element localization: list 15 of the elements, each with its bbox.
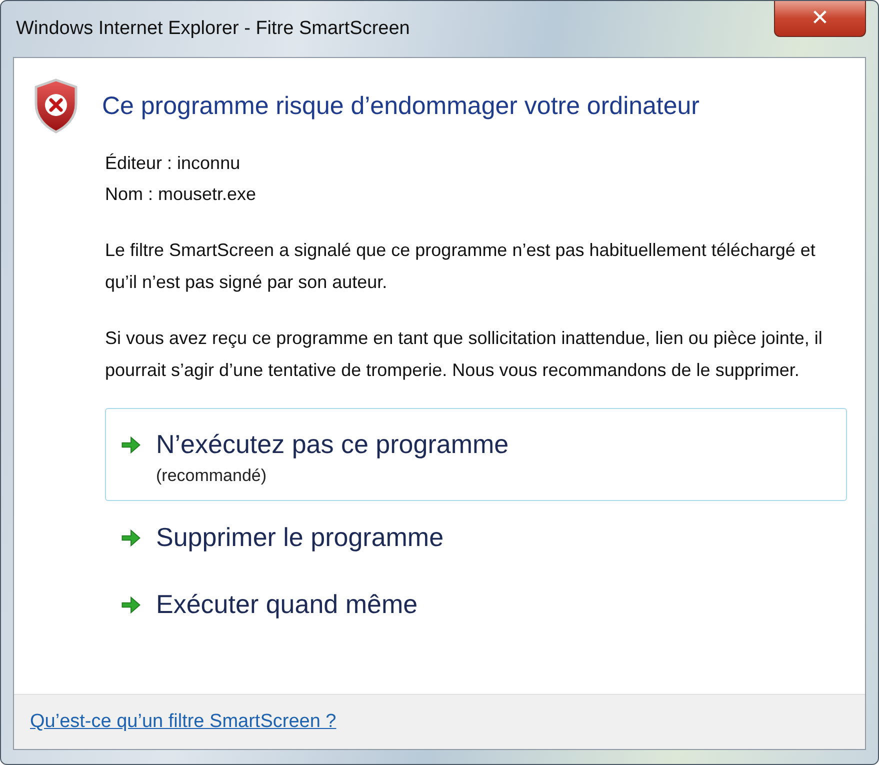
arrow-icon (120, 594, 142, 616)
help-link[interactable]: Qu’est-ce qu’un filtre SmartScreen ? (30, 711, 336, 733)
detail-text: Éditeur : inconnu (105, 152, 242, 175)
warning-heading: Ce programme risque d’endommager votre ordinateur (102, 92, 700, 120)
option-button[interactable]: Supprimer le programme (105, 501, 847, 568)
option-button[interactable]: Exécuter quand même (105, 568, 847, 635)
paragraph-text: Le filtre SmartScreen a signalé que ce programme n’est pas habituellement téléchargé et qu’il n’est pas signé par son auteur. (105, 239, 816, 294)
shield-error-icon (32, 78, 80, 134)
paragraph-text: Si vous avez reçu ce programme en tant que sollicitation inattendue, lien ou pièce jointe, il pourrait s’agir d’une tentative de tromperie. Nous vous recommandons de le supprimer. (105, 327, 824, 382)
arrow-icon (120, 527, 142, 549)
option-button[interactable]: N’exécutez pas ce programme (recommandé) (105, 408, 847, 501)
window-title: Windows Internet Explorer - Fitre SmartScreen (16, 18, 410, 40)
detail-text: Nom : mousetr.exe (105, 183, 258, 206)
arrow-icon (120, 434, 142, 456)
close-button[interactable]: ✕ (774, 1, 866, 37)
